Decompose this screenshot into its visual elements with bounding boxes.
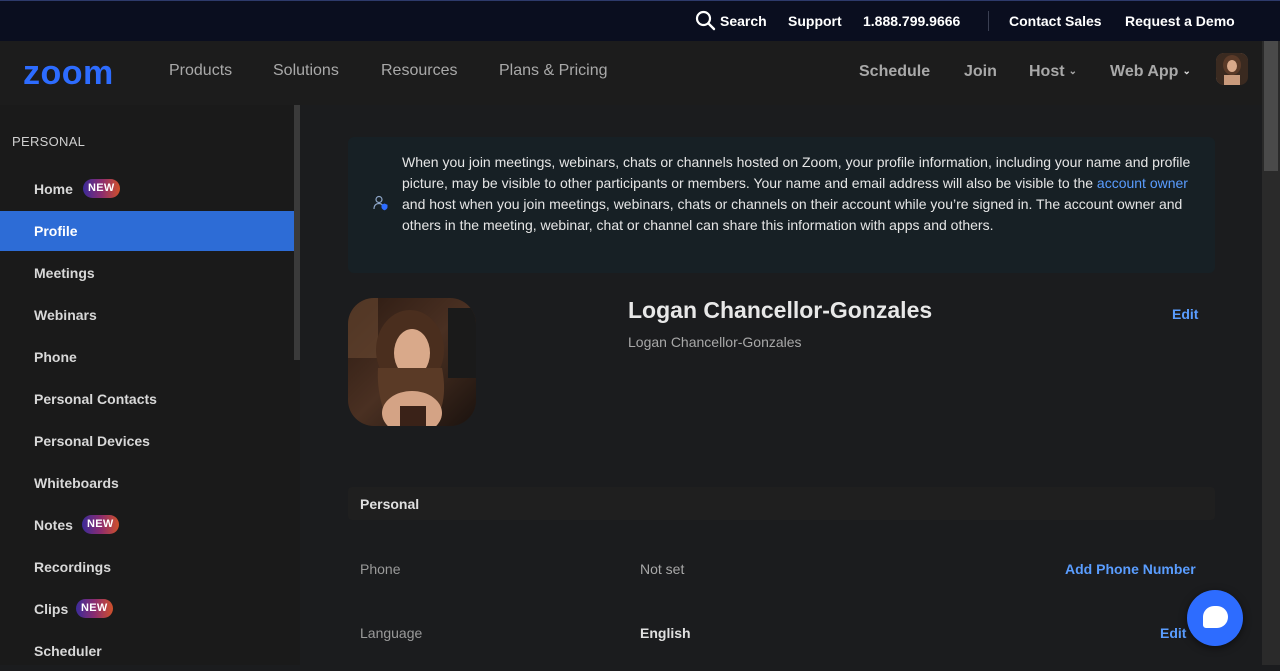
divider: [988, 11, 989, 31]
nav-solutions[interactable]: Solutions: [273, 62, 339, 80]
user-avatar[interactable]: [1216, 53, 1248, 85]
sidebar-item-label: Notes: [34, 517, 73, 533]
chevron-down-icon: ⌄: [1068, 66, 1077, 78]
user-privacy-icon: [373, 195, 389, 211]
add-phone-number-button[interactable]: Add Phone Number: [1065, 561, 1196, 577]
edit-profile-button[interactable]: Edit: [1172, 306, 1198, 322]
scrollbar-thumb[interactable]: [1264, 41, 1278, 171]
profile-display-name: Logan Chancellor-Gonzales: [628, 297, 933, 323]
support-link[interactable]: Support: [788, 13, 842, 29]
sidebar-item-label: Home: [34, 181, 73, 197]
personal-section-title: Personal: [360, 496, 420, 512]
new-badge: NEW: [83, 179, 120, 198]
phone-row-label: Phone: [360, 561, 401, 577]
new-badge: NEW: [76, 599, 113, 618]
chevron-down-icon: ⌄: [1182, 66, 1191, 78]
sidebar-item-profile[interactable]: Profile: [0, 211, 294, 251]
sidebar-item-label: Recordings: [34, 559, 112, 575]
sidebar-item-label: Phone: [34, 349, 77, 365]
profile-full-name: Logan Chancellor-Gonzales: [628, 334, 802, 350]
phone-link[interactable]: 1.888.799.9666: [863, 13, 960, 29]
sidebar-item-label: Profile: [34, 223, 78, 239]
notice-text-after: and host when you join meetings, webinar…: [402, 196, 1183, 233]
sidebar-item-home[interactable]: Home NEW: [0, 169, 294, 209]
sidebar-item-label: Personal Contacts: [34, 391, 157, 407]
sidebar-item-label: Personal Devices: [34, 433, 150, 449]
nav-products[interactable]: Products: [169, 62, 232, 80]
privacy-notice: When you join meetings, webinars, chats …: [348, 137, 1215, 273]
sidebar-item-whiteboards[interactable]: Whiteboards: [0, 463, 294, 503]
sidebar-item-label: Whiteboards: [34, 475, 119, 491]
contact-sales-link[interactable]: Contact Sales: [1009, 13, 1102, 29]
zoom-logo[interactable]: zoom: [23, 56, 114, 90]
nav-resources[interactable]: Resources: [381, 62, 457, 80]
new-badge: NEW: [82, 515, 119, 534]
nav-schedule[interactable]: Schedule: [859, 63, 930, 81]
nav-host-label: Host: [1029, 63, 1065, 80]
language-row-value: English: [640, 625, 691, 641]
sidebar-item-webinars[interactable]: Webinars: [0, 295, 294, 335]
notice-text-before: When you join meetings, webinars, chats …: [402, 154, 1191, 191]
sidebar-item-label: Webinars: [34, 307, 97, 323]
sidebar-item-personal-contacts[interactable]: Personal Contacts: [0, 379, 294, 419]
sidebar: PERSONAL Home NEW Profile Meetings Webin…: [0, 105, 300, 665]
profile-photo[interactable]: [348, 298, 476, 426]
sidebar-item-meetings[interactable]: Meetings: [0, 253, 294, 293]
sidebar-item-scheduler[interactable]: Scheduler: [0, 631, 294, 671]
sidebar-item-label: Meetings: [34, 265, 95, 281]
account-owner-link[interactable]: account owner: [1097, 175, 1188, 191]
utility-bar: Search Support 1.888.799.9666 Contact Sa…: [0, 0, 1280, 41]
chat-support-button[interactable]: [1187, 590, 1243, 646]
search-icon[interactable]: [695, 10, 716, 34]
nav-web-app-label: Web App: [1110, 63, 1179, 80]
sidebar-scrollbar[interactable]: [294, 105, 300, 360]
search-link[interactable]: Search: [720, 13, 767, 29]
sidebar-item-phone[interactable]: Phone: [0, 337, 294, 377]
privacy-notice-text: When you join meetings, webinars, chats …: [402, 152, 1192, 236]
sidebar-section-title: PERSONAL: [12, 134, 86, 149]
sidebar-item-recordings[interactable]: Recordings: [0, 547, 294, 587]
edit-language-button[interactable]: Edit: [1160, 625, 1186, 641]
chat-bubble-icon: [1203, 606, 1228, 628]
language-row-label: Language: [360, 625, 423, 641]
main-nav: zoom Products Solutions Resources Plans …: [0, 41, 1262, 105]
nav-web-app[interactable]: Web App ⌄: [1110, 63, 1191, 81]
personal-section-header: Personal: [348, 487, 1215, 520]
nav-join[interactable]: Join: [964, 63, 997, 81]
request-demo-link[interactable]: Request a Demo: [1125, 13, 1235, 29]
nav-host[interactable]: Host ⌄: [1029, 63, 1077, 81]
sidebar-item-notes[interactable]: Notes NEW: [0, 505, 294, 545]
sidebar-item-label: Clips: [34, 601, 69, 617]
phone-row-value: Not set: [640, 561, 685, 577]
page-scrollbar[interactable]: [1262, 41, 1280, 665]
sidebar-item-personal-devices[interactable]: Personal Devices: [0, 421, 294, 461]
sidebar-item-label: Scheduler: [34, 643, 102, 659]
sidebar-item-clips[interactable]: Clips NEW: [0, 589, 294, 629]
nav-plans-pricing[interactable]: Plans & Pricing: [499, 62, 608, 80]
